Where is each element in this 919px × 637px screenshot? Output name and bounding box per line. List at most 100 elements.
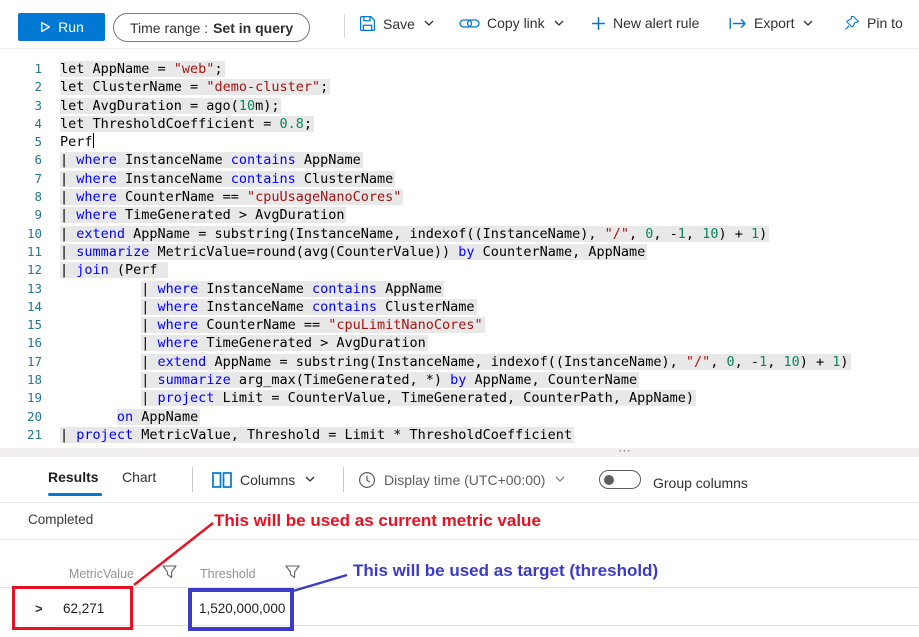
code-line[interactable]: 18 | summarize arg_max(TimeGenerated, *)… [0,371,919,389]
chevron-down-icon [555,476,565,483]
section-divider [0,502,919,503]
results-toolbar-divider [192,467,193,492]
export-button[interactable]: Export [729,15,813,31]
columns-icon [212,472,232,488]
line-number: 6 [0,151,42,169]
line-number: 16 [0,334,42,352]
line-number: 2 [0,78,42,96]
table-row-divider [55,625,919,626]
pin-to-label: Pin to [867,15,903,31]
text-cursor [93,133,95,148]
query-editor[interactable]: 1let AppName = "web";2let ClusterName = … [0,50,919,447]
code-line[interactable]: 3let AvgDuration = ago(10m); [0,97,919,115]
group-columns-toggle[interactable] [599,470,641,489]
new-alert-rule-button[interactable]: New alert rule [591,15,699,31]
code-line[interactable]: 17 | extend AppName = substring(Instance… [0,353,919,371]
tab-chart[interactable]: Chart [122,469,156,485]
save-label: Save [383,16,415,32]
splitter-handle-icon: ⋯ [618,443,633,459]
code-line[interactable]: 15 | where CounterName == "cpuLimitNanoC… [0,316,919,334]
code-line[interactable]: 4let ThresholdCoefficient = 0.8; [0,115,919,133]
line-number: 8 [0,188,42,206]
code-line[interactable]: 19 | project Limit = CounterValue, TimeG… [0,389,919,407]
line-number: 10 [0,225,42,243]
row-expander-icon[interactable]: > [35,601,43,616]
chevron-down-icon [305,476,315,483]
line-number: 5 [0,133,42,151]
query-toolbar: Run Time range : Set in query Save Copy … [0,0,919,49]
code-line[interactable]: 9| where TimeGenerated > AvgDuration [0,206,919,224]
time-range-picker[interactable]: Time range : Set in query [113,13,310,42]
line-number: 13 [0,280,42,298]
code-line[interactable]: 6| where InstanceName contains AppName [0,151,919,169]
display-time-label: Display time (UTC+00:00) [384,472,545,488]
code-line[interactable]: 16 | where TimeGenerated > AvgDuration [0,334,919,352]
column-header-threshold[interactable]: Threshold [200,567,256,581]
annotation-threshold: This will be used as target (threshold) [353,561,658,581]
clock-icon [358,471,376,489]
export-label: Export [754,15,794,31]
code-line[interactable]: 20 on AppName [0,408,919,426]
code-line[interactable]: 12| join (Perf [0,261,919,279]
line-number: 17 [0,353,42,371]
pane-splitter[interactable]: ⋯ [0,448,919,457]
columns-button[interactable]: Columns [212,467,315,492]
code-line[interactable]: 8| where CounterName == "cpuUsageNanoCor… [0,188,919,206]
tab-results[interactable]: Results [48,469,99,485]
copy-link-button[interactable]: Copy link [459,15,564,31]
pin-icon [844,15,860,31]
group-columns-label: Group columns [653,470,748,495]
save-button[interactable]: Save [359,15,434,32]
columns-label: Columns [240,472,295,488]
export-icon [729,17,747,30]
cell-threshold: 1,520,000,000 [199,601,285,616]
copy-link-label: Copy link [487,15,545,31]
play-icon [39,21,51,33]
chevron-down-icon [803,20,813,27]
code-line[interactable]: 2let ClusterName = "demo-cluster"; [0,78,919,96]
annotation-metric-value: This will be used as current metric valu… [214,511,541,531]
line-number: 9 [0,206,42,224]
time-range-value: Set in query [213,20,293,36]
code-line[interactable]: 14 | where InstanceName contains Cluster… [0,298,919,316]
run-label: Run [58,19,84,35]
line-number: 4 [0,115,42,133]
save-icon [359,15,376,32]
query-status: Completed [28,512,93,527]
code-line[interactable]: 10| extend AppName = substring(InstanceN… [0,225,919,243]
link-icon [459,16,480,31]
display-time-button[interactable]: Display time (UTC+00:00) [358,467,565,492]
active-tab-underline [48,493,102,496]
time-range-label: Time range : [130,20,208,36]
line-number: 12 [0,261,42,279]
code-line[interactable]: 5Perf [0,133,919,151]
line-number: 21 [0,426,42,444]
toolbar-divider [344,14,345,38]
line-number: 11 [0,243,42,261]
line-number: 14 [0,298,42,316]
line-number: 7 [0,170,42,188]
code-line[interactable]: 21| project MetricValue, Threshold = Lim… [0,426,919,444]
plus-icon [591,16,606,31]
section-divider [0,539,919,540]
cell-metricvalue: 62,271 [63,601,104,616]
line-number: 18 [0,371,42,389]
chevron-down-icon [424,20,434,27]
line-number: 19 [0,389,42,407]
column-header-metricvalue[interactable]: MetricValue [48,567,134,581]
run-button[interactable]: Run [18,13,105,41]
code-line[interactable]: 7| where InstanceName contains ClusterNa… [0,170,919,188]
line-number: 20 [0,408,42,426]
filter-icon[interactable] [285,565,300,584]
code-line[interactable]: 11| summarize MetricValue=round(avg(Coun… [0,243,919,261]
line-number: 15 [0,316,42,334]
results-toolbar-divider [343,467,344,492]
toggle-knob [604,475,614,485]
filter-icon[interactable] [162,565,177,584]
line-number: 3 [0,97,42,115]
code-line[interactable]: 13 | where InstanceName contains AppName [0,280,919,298]
chevron-down-icon [554,20,564,27]
new-alert-rule-label: New alert rule [613,15,699,31]
code-line[interactable]: 1let AppName = "web"; [0,60,919,78]
pin-to-button[interactable]: Pin to [844,15,903,31]
